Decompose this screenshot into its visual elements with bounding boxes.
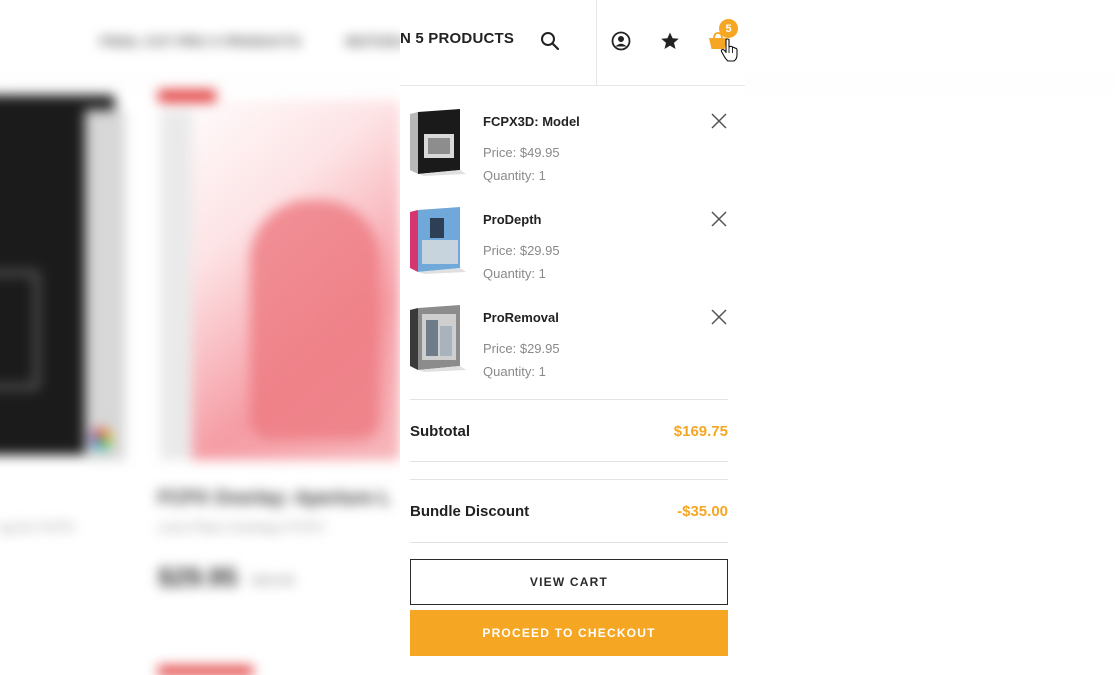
divider [410, 461, 728, 462]
item-quantity: Quantity: 1 [483, 168, 546, 183]
divider [410, 542, 728, 543]
bg-box-side-left [85, 110, 125, 460]
star-icon[interactable] [658, 29, 682, 53]
bg-product-price: $29.95 [158, 562, 238, 592]
account-icon[interactable] [609, 29, 633, 53]
search-icon[interactable] [538, 29, 562, 53]
item-name[interactable]: ProDepth [483, 212, 542, 227]
bg-product-old-price: $49.95 [252, 572, 295, 588]
product-thumbnail[interactable] [410, 108, 468, 176]
close-icon [711, 211, 727, 227]
cart-item: ProDepth Price: $29.95 Quantity: 1 [410, 206, 728, 286]
cart-count-badge: 5 [719, 19, 738, 38]
item-quantity: Quantity: 1 [483, 266, 546, 281]
divider [410, 479, 728, 480]
product-thumbnail[interactable] [410, 206, 468, 274]
bg-box-side [160, 110, 192, 460]
bg-flare-icon [90, 428, 112, 450]
cart-item: ProRemoval Price: $29.95 Quantity: 1 [410, 304, 728, 384]
site-header: N 5 PRODUCTS 5 [400, 0, 745, 86]
item-name[interactable]: ProRemoval [483, 310, 559, 325]
bundle-discount-label: Bundle Discount [410, 503, 530, 520]
nav-motion-products[interactable]: N 5 PRODUCTS [400, 30, 514, 47]
cart-item: FCPX3D: Model Price: $49.95 Quantity: 1 [410, 108, 728, 188]
page: FINAL CUT PRO X PRODUCTS MOTION 5 PRODUC… [0, 0, 1115, 675]
item-price: Price: $29.95 [483, 341, 560, 356]
remove-item-button[interactable] [709, 209, 729, 229]
close-icon [711, 309, 727, 325]
bg-left-product-subtitle: ng for FCPX [0, 519, 76, 535]
subtotal-value: $169.75 [673, 423, 728, 440]
header-divider [596, 0, 597, 86]
item-name[interactable]: FCPX3D: Model [483, 114, 580, 129]
bg-product-title[interactable]: FCPX Overlay: Aperture L [158, 488, 391, 510]
bundle-discount-value: -$35.00 [677, 503, 728, 520]
bg-silhouette [250, 200, 380, 440]
remove-item-button[interactable] [709, 307, 729, 327]
mini-cart-dropdown: FCPX3D: Model Price: $49.95 Quantity: 1 … [400, 86, 745, 675]
divider [410, 399, 728, 400]
bg-nav-final-cut[interactable]: FINAL CUT PRO X PRODUCTS [100, 34, 301, 49]
view-cart-button[interactable]: VIEW CART [410, 559, 728, 605]
product-thumbnail[interactable] [410, 304, 468, 372]
bg-sale-badge [158, 90, 216, 102]
item-price: Price: $29.95 [483, 243, 560, 258]
close-icon [711, 113, 727, 129]
item-price: Price: $49.95 [483, 145, 560, 160]
subtotal-label: Subtotal [410, 423, 470, 440]
item-quantity: Quantity: 1 [483, 364, 546, 379]
proceed-to-checkout-button[interactable]: PROCEED TO CHECKOUT [410, 610, 728, 656]
remove-item-button[interactable] [709, 111, 729, 131]
bg-sale-badge-2 [158, 666, 253, 675]
bg-film-graphic [0, 270, 40, 390]
bg-product-subtitle: Lens Flare Overlays FCPX [158, 519, 325, 535]
